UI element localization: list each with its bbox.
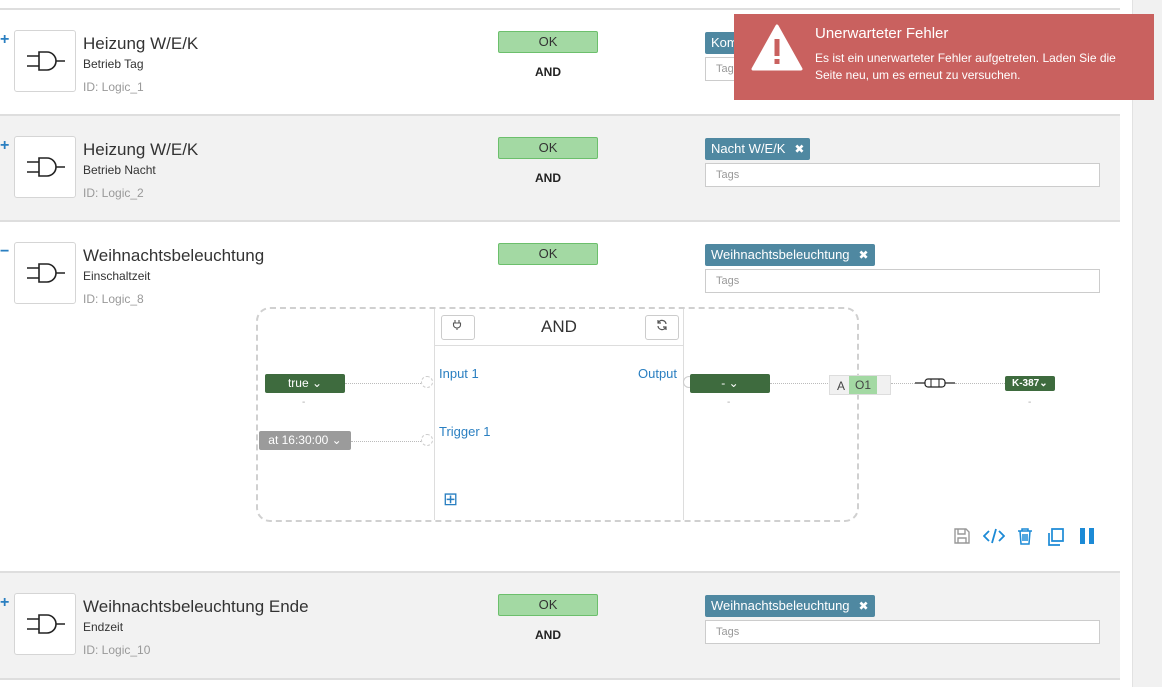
tag-chip[interactable]: Nacht W/E/K ✖ [705, 138, 811, 160]
connector-line [891, 383, 915, 384]
gate-header: AND [435, 309, 683, 346]
input-1-value-select[interactable]: true ⌄ [265, 374, 345, 393]
warning-icon [751, 24, 803, 71]
tag-chip[interactable]: Weihnachtsbeleuchtung ✖ [705, 244, 875, 266]
pause-icon[interactable] [1077, 527, 1097, 547]
and-gate-icon [14, 593, 76, 655]
expand-toggle[interactable]: + [0, 138, 9, 154]
toast-message: Es ist ein unerwarteter Fehler aufgetret… [815, 51, 1116, 82]
logic-subtitle: Betrieb Nacht [83, 163, 156, 177]
save-icon[interactable] [952, 527, 972, 547]
connector-line [955, 383, 1005, 384]
trigger-1-label[interactable]: Trigger 1 [439, 424, 491, 439]
connector-line [351, 441, 421, 442]
gate-type-label: AND [535, 65, 561, 79]
target-sub: - [1028, 397, 1032, 408]
connector-line [345, 383, 421, 384]
logic-id: ID: Logic_8 [83, 292, 144, 306]
logic-id: ID: Logic_1 [83, 80, 144, 94]
logic-editor-canvas[interactable]: AND Input 1 Trigger 1 Output ⊞ [256, 307, 859, 522]
refresh-icon [657, 319, 667, 331]
error-toast[interactable]: Unerwarteter Fehler Es ist ein unerwarte… [734, 14, 1154, 100]
address-output-box[interactable]: A O1 [829, 375, 891, 395]
and-gate-icon [14, 136, 76, 198]
logic-row[interactable]: + Weihnachtsbeleuchtung Ende Endzeit ID:… [0, 571, 1120, 679]
code-icon[interactable] [982, 527, 1006, 547]
tags-input[interactable]: Tags [705, 163, 1100, 187]
connector-line [770, 383, 830, 384]
tag-label: Nacht W/E/K [711, 141, 786, 156]
and-gate-icon [14, 30, 76, 92]
tag-remove-icon[interactable]: ✖ [794, 142, 804, 156]
address-label: A [837, 379, 846, 393]
trigger-value-select[interactable]: at 16:30:00 ⌄ [259, 431, 351, 450]
status-badge: OK [498, 594, 598, 616]
tags-input[interactable]: Tags [705, 269, 1100, 293]
target-device-select[interactable]: K-387⌄ [1005, 376, 1055, 391]
output-label[interactable]: Output [638, 366, 677, 381]
input-1-port[interactable] [421, 376, 433, 388]
trash-icon[interactable] [1015, 527, 1035, 547]
tag-label: Weihnachtsbeleuchtung [711, 247, 850, 262]
status-badge: OK [498, 137, 598, 159]
logic-subtitle: Einschaltzeit [83, 269, 151, 283]
link-connector-icon [915, 378, 955, 388]
output-sub: - [727, 397, 731, 408]
logic-title: Weihnachtsbeleuchtung [83, 246, 265, 265]
expand-toggle[interactable]: + [0, 595, 9, 611]
expand-toggle[interactable]: + [0, 32, 9, 48]
input-1-label[interactable]: Input 1 [439, 366, 479, 381]
logic-row[interactable]: + Heizung W/E/K Betrieb Nacht ID: Logic_… [0, 114, 1120, 222]
logic-id: ID: Logic_10 [83, 643, 151, 657]
logic-title: Heizung W/E/K [83, 34, 199, 53]
add-input-icon[interactable]: ⊞ [443, 489, 458, 510]
and-gate-icon [14, 242, 76, 304]
output-o1-label: O1 [849, 376, 877, 394]
tag-remove-icon[interactable]: ✖ [859, 599, 869, 613]
scrollbar[interactable] [1132, 0, 1162, 687]
tags-input[interactable]: Tags [705, 620, 1100, 644]
logic-list-page: + Heizung W/E/K Betrieb Tag ID: Logic_1 … [0, 0, 1162, 687]
logic-title: Weihnachtsbeleuchtung Ende [83, 597, 309, 616]
logic-id: ID: Logic_2 [83, 186, 144, 200]
trigger-1-port[interactable] [421, 434, 433, 446]
input-1-sub: - [302, 397, 306, 408]
output-value-select[interactable]: - ⌄ [690, 374, 770, 393]
copy-icon[interactable] [1046, 527, 1066, 547]
tag-chip[interactable]: Weihnachtsbeleuchtung ✖ [705, 595, 875, 617]
gate-type-label: AND [535, 171, 561, 185]
gate-type-label: AND [535, 628, 561, 642]
toast-title: Unerwarteter Fehler [815, 25, 949, 42]
refresh-button[interactable] [645, 315, 679, 340]
collapse-toggle[interactable]: − [0, 244, 9, 260]
tag-label: Weihnachtsbeleuchtung [711, 598, 850, 613]
logic-subtitle: Endzeit [83, 620, 124, 634]
logic-title: Heizung W/E/K [83, 140, 199, 159]
logic-subtitle: Betrieb Tag [83, 57, 144, 71]
list-bottom-border [0, 678, 1120, 687]
tag-remove-icon[interactable]: ✖ [859, 248, 869, 262]
status-badge: OK [498, 31, 598, 53]
divider [683, 309, 684, 520]
status-badge: OK [498, 243, 598, 265]
